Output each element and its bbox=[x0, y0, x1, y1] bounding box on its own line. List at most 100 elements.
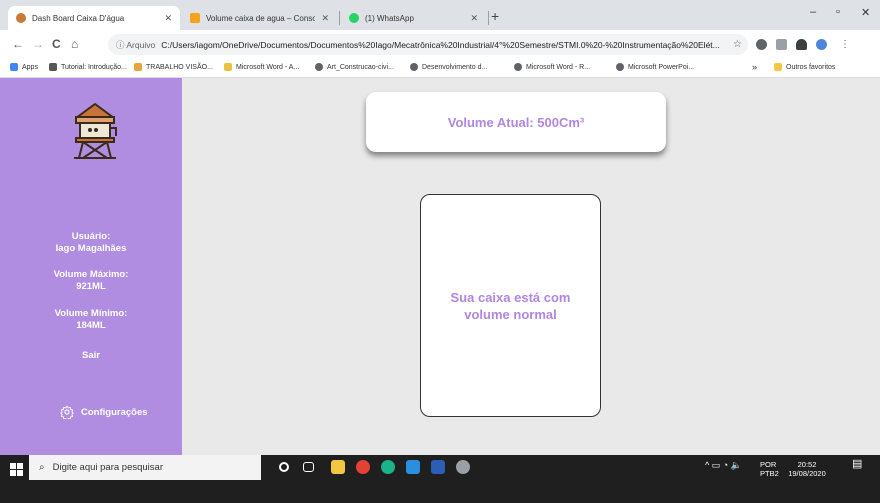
bookmark-star-icon[interactable]: ☆ bbox=[733, 39, 742, 50]
bookmark-apps[interactable]: Apps bbox=[10, 63, 38, 71]
tab-volume-console[interactable]: Volume caixa de agua – Console ✕ bbox=[182, 6, 337, 30]
user-label: Usuário: bbox=[71, 231, 111, 242]
app-favicon-icon bbox=[190, 13, 200, 23]
tab-divider bbox=[488, 11, 489, 25]
bookmark-label: Microsoft PowerPoi... bbox=[628, 63, 695, 71]
bookmark-label: Desenvolvimento d... bbox=[422, 63, 488, 71]
bookmark-item[interactable]: Microsoft Word - A... bbox=[224, 63, 299, 71]
tab-title: (1) WhatsApp bbox=[365, 13, 414, 23]
tab-dashboard[interactable]: Dash Board Caixa D'água ✕ bbox=[8, 6, 180, 30]
maximize-button[interactable]: ▫ bbox=[836, 6, 840, 18]
site-info[interactable]: ⓘ Arquivo bbox=[116, 39, 155, 51]
profile-avatar[interactable] bbox=[816, 39, 827, 50]
tab-title: Dash Board Caixa D'água bbox=[32, 13, 125, 23]
close-window-button[interactable]: ✕ bbox=[861, 6, 870, 19]
windows-start-icon[interactable] bbox=[10, 463, 24, 477]
browser-toolbar: ← → C ⌂ ⓘ Arquivo C:/Users/iagom/OneDriv… bbox=[0, 30, 880, 59]
bookmark-label: TRABALHO VISÃO... bbox=[146, 63, 213, 71]
folder-icon bbox=[774, 63, 782, 71]
current-volume-text: Volume Atual: 500Cm³ bbox=[447, 114, 585, 130]
bookmark-item[interactable]: Desenvolvimento d... bbox=[410, 63, 487, 71]
bookmark-label: Apps bbox=[22, 63, 38, 71]
bookmarks-bar: Apps Tutorial: Introdução... TRABALHO VI… bbox=[0, 59, 880, 78]
lang-bottom: PTB2 bbox=[760, 469, 779, 478]
bookmark-label: Tutorial: Introdução... bbox=[61, 63, 127, 71]
address-bar[interactable]: ⓘ Arquivo C:/Users/iagom/OneDrive/Docume… bbox=[108, 34, 748, 55]
current-volume-card: Volume Atual: 500Cm³ bbox=[366, 92, 666, 152]
bookmark-item[interactable]: Art_Construcao-civi... bbox=[315, 63, 394, 71]
tank-status-card: Sua caixa está com volume normal bbox=[420, 194, 601, 417]
minimize-button[interactable]: – bbox=[810, 6, 816, 18]
min-volume-value: 184ML bbox=[76, 320, 106, 331]
apps-grid-icon bbox=[10, 63, 18, 71]
globe-icon bbox=[315, 63, 323, 71]
logout-link[interactable]: Sair bbox=[0, 350, 182, 362]
bookmark-label: Outros favoritos bbox=[786, 63, 836, 71]
bookmark-item[interactable]: Tutorial: Introdução... bbox=[49, 63, 127, 71]
bookmark-item[interactable]: Microsoft Word - R... bbox=[514, 63, 590, 71]
reload-button[interactable]: C bbox=[52, 37, 61, 51]
globe-icon bbox=[410, 63, 418, 71]
water-tower-logo-icon bbox=[74, 103, 117, 159]
clock-date: 19/08/2020 bbox=[788, 469, 826, 478]
tank-status-message: Sua caixa está com volume normal bbox=[450, 289, 571, 322]
settings-label: Configurações bbox=[81, 406, 148, 418]
tab-divider bbox=[339, 11, 340, 25]
new-tab-button[interactable]: + bbox=[491, 8, 499, 24]
paint-icon[interactable] bbox=[456, 460, 470, 474]
forward-button[interactable]: → bbox=[32, 37, 44, 51]
water-tower-favicon-icon bbox=[16, 13, 26, 23]
chrome-icon[interactable] bbox=[356, 460, 370, 474]
dashboard-page: Usuário: Iago Magalhães Volume Máximo: 9… bbox=[0, 78, 880, 455]
whatsapp-favicon-icon bbox=[349, 13, 359, 23]
language-indicator[interactable]: POR PTB2 bbox=[760, 460, 779, 478]
app-icon[interactable] bbox=[381, 460, 395, 474]
browser-tab-bar: Dash Board Caixa D'água ✕ Volume caixa d… bbox=[0, 0, 880, 30]
search-placeholder: Digite aqui para pesquisar bbox=[52, 462, 163, 473]
user-name: Iago Magalhães bbox=[55, 243, 127, 254]
word-icon[interactable] bbox=[431, 460, 445, 474]
clock-time: 20:52 bbox=[797, 460, 817, 469]
taskbar-search-box[interactable]: ⌕ Digite aqui para pesquisar bbox=[29, 455, 261, 480]
shield-extension-icon[interactable] bbox=[756, 39, 767, 50]
bookmark-icon bbox=[49, 63, 57, 71]
url-text: C:/Users/iagom/OneDrive/Documentos/Docum… bbox=[161, 39, 720, 50]
extension-icon[interactable] bbox=[776, 39, 787, 50]
settings-link[interactable]: Configurações bbox=[60, 405, 148, 419]
gear-icon bbox=[60, 405, 74, 419]
notifications-icon[interactable]: ▤ bbox=[852, 459, 862, 470]
bookmark-label: Art_Construcao-civi... bbox=[327, 63, 394, 71]
max-volume-label: Volume Máximo: bbox=[53, 269, 129, 280]
tab-title: Volume caixa de agua – Console bbox=[206, 13, 316, 23]
other-bookmarks[interactable]: Outros favoritos bbox=[774, 63, 835, 71]
globe-icon bbox=[616, 63, 624, 71]
min-volume-label: Volume Mínimo: bbox=[54, 308, 128, 319]
puzzle-extensions-icon[interactable] bbox=[796, 39, 807, 50]
file-explorer-icon[interactable] bbox=[331, 460, 345, 474]
chrome-menu-icon[interactable]: ⋮ bbox=[840, 39, 850, 50]
clock[interactable]: 20:52 19/08/2020 bbox=[787, 460, 827, 478]
tab-whatsapp[interactable]: (1) WhatsApp ✕ bbox=[341, 6, 486, 30]
bookmark-icon bbox=[134, 63, 142, 71]
bookmark-item[interactable]: TRABALHO VISÃO... bbox=[134, 63, 213, 71]
bookmark-label: Microsoft Word - A... bbox=[236, 63, 300, 71]
tray-icons[interactable]: ^ ▭ ◔ 🔈 bbox=[705, 461, 742, 470]
vscode-icon[interactable] bbox=[406, 460, 420, 474]
home-button[interactable]: ⌂ bbox=[71, 37, 78, 51]
close-tab-icon[interactable]: ✕ bbox=[470, 13, 478, 24]
search-icon: ⌕ bbox=[39, 462, 45, 473]
bookmarks-overflow-button[interactable]: » bbox=[752, 62, 757, 72]
bookmark-item[interactable]: Microsoft PowerPoi... bbox=[616, 63, 694, 71]
close-tab-icon[interactable]: ✕ bbox=[321, 13, 329, 24]
cortana-icon[interactable] bbox=[279, 462, 289, 472]
close-tab-icon[interactable]: ✕ bbox=[164, 13, 172, 24]
bookmark-icon bbox=[224, 63, 232, 71]
windows-taskbar: ⌕ Digite aqui para pesquisar ^ ▭ ◔ 🔈 POR… bbox=[0, 455, 880, 503]
globe-icon bbox=[514, 63, 522, 71]
lang-top: POR bbox=[760, 460, 777, 469]
sidebar: Usuário: Iago Magalhães Volume Máximo: 9… bbox=[0, 78, 182, 455]
task-view-icon[interactable] bbox=[303, 462, 314, 472]
back-button[interactable]: ← bbox=[12, 37, 24, 51]
bookmark-label: Microsoft Word - R... bbox=[526, 63, 591, 71]
max-volume-value: 921ML bbox=[76, 281, 106, 292]
